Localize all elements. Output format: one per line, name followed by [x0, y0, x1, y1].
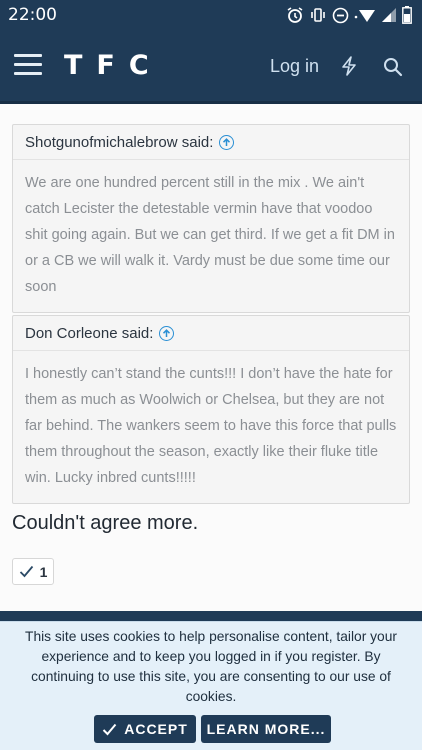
accept-button[interactable]: ACCEPT [94, 715, 196, 743]
cookie-buttons: ACCEPT LEARN MORE... [94, 715, 331, 743]
site-logo[interactable]: TFC [64, 50, 163, 81]
like-count: 1 [39, 563, 48, 580]
quote-header[interactable]: Shotgunofmichalebrow said: [13, 125, 409, 160]
quote-text: I honestly can’t stand the cunts!!! I do… [25, 366, 397, 486]
status-bar: 22:00 [0, 0, 422, 30]
cookie-notice: This site uses cookies to help personali… [0, 621, 422, 750]
like-button[interactable]: 1 [12, 558, 54, 585]
cookie-notice-text: This site uses cookies to help personali… [25, 629, 397, 704]
app-header: TFC Log in [0, 30, 422, 104]
do-not-disturb-icon [332, 7, 349, 23]
post-text: Couldn't agree more. [12, 512, 199, 534]
vibrate-icon [311, 8, 325, 22]
thread-content: Shotgunofmichalebrow said: We are one hu… [0, 104, 422, 750]
wifi-icon [354, 9, 375, 22]
quote-author[interactable]: Shotgunofmichalebrow said: [25, 134, 213, 151]
quote-author[interactable]: Don Corleone said: [25, 325, 153, 342]
quote-block: Don Corleone said: I honestly can’t stan… [12, 315, 410, 504]
quote-text: We are one hundred percent still in the … [25, 175, 395, 295]
accept-label: ACCEPT [124, 721, 188, 737]
footer-strip [0, 611, 422, 621]
status-icons [286, 4, 412, 26]
signal-icon [382, 8, 396, 22]
arrow-up-circle-icon[interactable] [159, 326, 175, 341]
learn-more-button[interactable]: LEARN MORE... [201, 715, 331, 743]
search-icon[interactable] [383, 57, 403, 77]
battery-icon [402, 6, 412, 24]
arrow-up-circle-icon[interactable] [219, 135, 235, 150]
quote-block: Shotgunofmichalebrow said: We are one hu… [12, 124, 410, 313]
login-link[interactable]: Log in [270, 56, 319, 77]
quote-header[interactable]: Don Corleone said: [13, 316, 409, 351]
menu-icon[interactable] [14, 54, 42, 76]
alarm-icon [287, 7, 303, 23]
checkmark-icon [103, 723, 117, 735]
status-time: 22:00 [8, 5, 57, 25]
checkmark-icon [19, 565, 33, 578]
whats-new-bolt-icon[interactable] [340, 56, 358, 76]
